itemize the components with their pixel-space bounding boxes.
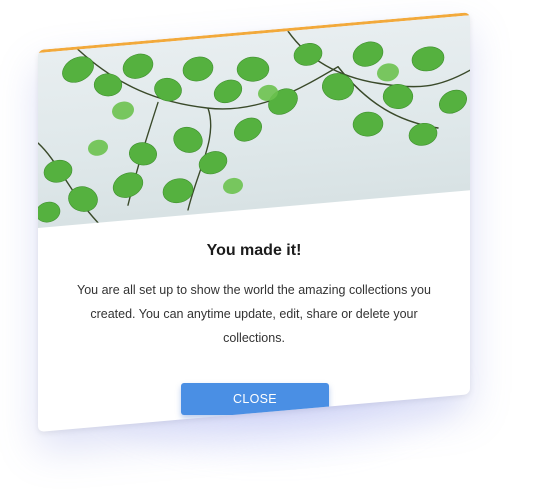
success-dialog: You made it! You are all set up to show … — [38, 12, 470, 433]
dialog-title: You made it! — [206, 242, 302, 259]
hero-image — [38, 15, 470, 229]
leaves-illustration — [38, 30, 470, 224]
stage: You made it! You are all set up to show … — [0, 0, 542, 503]
dialog-message: You are all set up to show the world the… — [77, 283, 431, 345]
